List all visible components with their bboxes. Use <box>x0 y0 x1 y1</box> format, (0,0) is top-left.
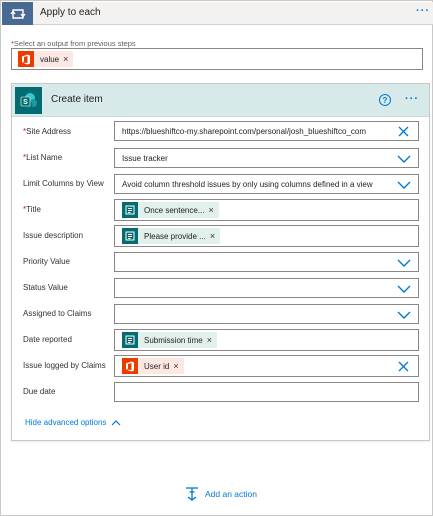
value-token-label: value <box>40 54 60 64</box>
limit-columns-dropdown[interactable]: Avoid column threshold issues by only us… <box>114 174 419 194</box>
priority-value-label: Priority Value <box>23 257 70 266</box>
forms-icon <box>122 202 138 218</box>
title-label: *Title <box>23 205 41 214</box>
title-field[interactable]: Once sentence... × <box>114 199 419 221</box>
remove-token-icon[interactable]: × <box>173 361 183 371</box>
due-date-field[interactable] <box>114 382 419 402</box>
list-name-value: Issue tracker <box>122 154 168 163</box>
status-value-label: Status Value <box>23 283 68 292</box>
chevron-down-icon[interactable] <box>397 179 411 190</box>
date-reported-token-label: Submission time <box>144 335 203 345</box>
priority-value-dropdown[interactable] <box>114 252 419 272</box>
chevron-down-icon[interactable] <box>397 283 411 294</box>
help-icon[interactable]: ? <box>379 94 391 106</box>
value-token[interactable]: value × <box>18 51 74 67</box>
loop-title: Apply to each <box>40 7 101 18</box>
date-reported-label: Date reported <box>23 335 72 344</box>
apply-to-each-container: Apply to each ··· *Select an output from… <box>0 0 433 516</box>
hide-advanced-options-link[interactable]: Hide advanced options <box>25 418 121 427</box>
select-output-input[interactable]: value × <box>11 48 423 70</box>
limit-columns-value: Avoid column threshold issues by only us… <box>122 180 373 189</box>
title-label-text: Title <box>26 205 41 214</box>
issue-logged-by-field[interactable]: User id × <box>114 355 419 377</box>
card-title: Create item <box>51 94 103 105</box>
assigned-to-label: Assigned to Claims <box>23 309 92 318</box>
remove-token-icon[interactable]: × <box>208 205 218 215</box>
loop-header[interactable]: Apply to each ··· <box>2 2 433 25</box>
chevron-down-icon[interactable] <box>397 153 411 164</box>
status-value-dropdown[interactable] <box>114 278 419 298</box>
issue-description-token[interactable]: Please provide ... × <box>122 228 221 244</box>
date-reported-field[interactable]: Submission time × <box>114 329 419 351</box>
add-an-action-button[interactable]: Add an action <box>185 487 257 501</box>
issue-logged-by-label: Issue logged by Claims <box>23 361 106 370</box>
assigned-to-dropdown[interactable] <box>114 304 419 324</box>
issue-description-label: Issue description <box>23 231 84 240</box>
forms-icon <box>122 332 138 348</box>
chevron-down-icon[interactable] <box>397 257 411 268</box>
loop-more-options-icon[interactable]: ··· <box>416 5 430 17</box>
add-an-action-label: Add an action <box>205 489 257 499</box>
forms-icon <box>122 228 138 244</box>
chevron-down-icon[interactable] <box>397 309 411 320</box>
loop-icon <box>2 2 33 25</box>
list-name-label: *List Name <box>23 153 62 162</box>
title-token[interactable]: Once sentence... × <box>122 202 219 218</box>
add-action-icon <box>186 487 198 501</box>
limit-columns-label: Limit Columns by View <box>23 179 104 188</box>
svg-text:S: S <box>23 99 28 106</box>
title-token-label: Once sentence... <box>144 205 205 215</box>
due-date-label: Due date <box>23 387 56 396</box>
hide-advanced-options-label: Hide advanced options <box>25 418 107 427</box>
office-icon <box>122 358 138 374</box>
clear-icon[interactable] <box>398 361 409 372</box>
clear-icon[interactable] <box>398 126 409 137</box>
remove-token-icon[interactable]: × <box>210 231 220 241</box>
office-icon <box>18 51 34 67</box>
issue-description-field[interactable]: Please provide ... × <box>114 225 419 247</box>
issue-description-token-label: Please provide ... <box>144 231 206 241</box>
card-more-options-icon[interactable]: ··· <box>405 93 419 105</box>
remove-token-icon[interactable]: × <box>63 54 73 64</box>
site-address-label: *Site Address <box>23 127 71 136</box>
list-name-dropdown[interactable]: Issue tracker <box>114 148 419 168</box>
remove-token-icon[interactable]: × <box>207 335 217 345</box>
chevron-up-icon <box>111 420 121 426</box>
user-id-token-label: User id <box>144 361 170 371</box>
sharepoint-icon: S <box>15 87 42 114</box>
date-reported-token[interactable]: Submission time × <box>122 332 217 348</box>
site-address-label-text: Site Address <box>26 127 72 136</box>
list-name-label-text: List Name <box>26 153 63 162</box>
select-output-label: *Select an output from previous steps <box>11 39 136 48</box>
site-address-value: https://blueshiftco-my.sharepoint.com/pe… <box>122 127 366 136</box>
site-address-field[interactable]: https://blueshiftco-my.sharepoint.com/pe… <box>114 121 419 141</box>
select-output-label-text: Select an output from previous steps <box>13 39 136 48</box>
card-header[interactable]: S Create item ? ··· <box>12 84 429 117</box>
create-item-card: S Create item ? ··· *Site Address https:… <box>11 83 430 441</box>
user-id-token[interactable]: User id × <box>122 358 184 374</box>
